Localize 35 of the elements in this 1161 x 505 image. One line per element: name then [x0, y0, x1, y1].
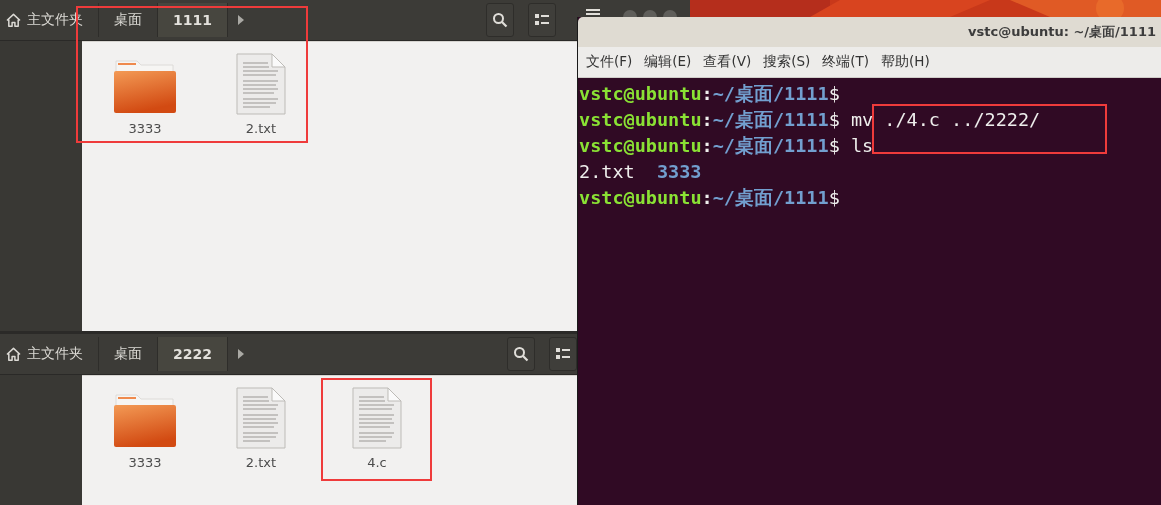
breadcrumb[interactable]: 1111	[158, 3, 228, 37]
prompt-path: ~/桌面/1111	[712, 134, 829, 158]
menu-item[interactable]: 帮助(H)	[877, 53, 934, 71]
file-name: 3333	[128, 455, 162, 470]
menu-item[interactable]: 查看(V)	[699, 53, 756, 71]
prompt-path: ~/桌面/1111	[712, 108, 829, 132]
file-name: 3333	[128, 121, 162, 136]
prompt-user: vstc@ubuntu	[579, 186, 702, 210]
prompt-colon: :	[701, 82, 713, 106]
prompt-sign: $	[828, 82, 840, 106]
command-text: mv ./4.c ../2222/	[850, 108, 1041, 132]
breadcrumb[interactable]: 2222	[158, 337, 228, 371]
window-title: vstc@ubuntu: ~/桌面/1111	[968, 23, 1156, 41]
prompt-sign: $	[828, 108, 840, 132]
menu-item[interactable]: 终端(T)	[818, 53, 874, 71]
file-name: 4.c	[367, 455, 387, 470]
file-name: 2.txt	[245, 455, 277, 470]
prompt-colon: :	[701, 108, 713, 132]
menu-item[interactable]: 文件(F)	[582, 53, 637, 71]
prompt-sign: $	[828, 186, 840, 210]
file-name: 2.txt	[245, 121, 277, 136]
prompt-sign: $	[828, 134, 840, 158]
prompt-colon: :	[701, 134, 713, 158]
menu-item[interactable]: 搜索(S)	[759, 53, 815, 71]
breadcrumb[interactable]: 主文件夹	[0, 337, 99, 371]
command-text: ls	[850, 134, 874, 158]
prompt-colon: :	[701, 186, 713, 210]
prompt-path: ~/桌面/1111	[712, 186, 829, 210]
prompt-path: ~/桌面/1111	[712, 82, 829, 106]
output-entry: 3333	[656, 160, 702, 184]
prompt-user: vstc@ubuntu	[579, 108, 702, 132]
prompt-user: vstc@ubuntu	[579, 82, 702, 106]
output-entry: 2.txt	[579, 160, 635, 184]
prompt-user: vstc@ubuntu	[579, 134, 702, 158]
menu-item[interactable]: 编辑(E)	[640, 53, 696, 71]
